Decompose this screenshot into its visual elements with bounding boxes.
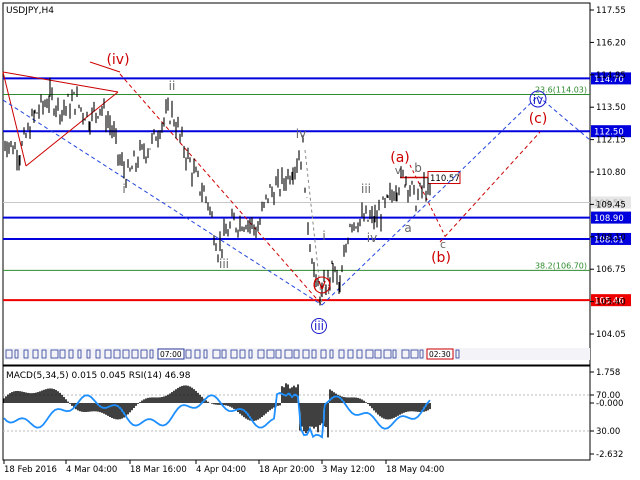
chart-window[interactable]: 114.70 112.50 108.90 108.01 105.46 109.53 110.… <box>0 0 640 480</box>
wave-label-6: iii <box>314 319 324 333</box>
wave-label-2: i <box>122 182 125 196</box>
blue-channel-up <box>321 95 539 306</box>
time-label: 18 May 04:00 <box>386 465 444 475</box>
indicator-tick-label: -2.632 <box>596 450 623 460</box>
indicator-tick-label: 1.758 <box>596 368 620 378</box>
time-axis: 18 Feb 2016 4 Mar 04:00 18 Mar 16:00 4 Apr … <box>3 460 444 475</box>
wave-label-10: iv <box>367 231 377 245</box>
time-label: 18 Mar 16:00 <box>130 465 187 475</box>
level-label-108.90: 108.90 <box>594 214 624 224</box>
session-label-1: 02:30 <box>429 350 451 359</box>
time-label: 4 Apr 04:00 <box>196 465 246 475</box>
price-tick-label: 117.55 <box>596 6 626 16</box>
wave-label-14: a <box>404 221 411 235</box>
wave-label-16: (b) <box>431 250 451 266</box>
indicator-title: MACD(5,34,5) 0.015 0.045 RSI(14) 46.98 <box>6 371 191 381</box>
price-tick-label: 109.45 <box>596 200 626 210</box>
price-tick-label: 116.20 <box>596 38 626 48</box>
wave-label-12: v <box>395 164 402 177</box>
trend-triangle-top <box>2 71 119 93</box>
price-tick-label: 113.50 <box>596 103 626 113</box>
wave-label-18: iv <box>533 93 543 107</box>
indicator-tick-label: -0.000 <box>596 399 623 409</box>
chart-canvas[interactable]: 114.70112.50108.90108.01105.46109.53110.… <box>0 0 640 480</box>
fib-label-1: 38.2(106.70) <box>535 261 587 270</box>
wave-label-1: ii <box>169 79 176 93</box>
main-chart-frame <box>2 2 591 366</box>
symbol-title: USDJPY,H4 <box>6 6 54 16</box>
session-strip: 07:00 02:30 <box>4 348 590 360</box>
wave-label-0: (iv) <box>106 52 129 68</box>
price-axis: 117.55 116.20 114.85 113.50 112.15 110.80 109.… <box>590 6 626 340</box>
time-label: 4 Mar 04:00 <box>66 465 117 475</box>
price-tick-label: 104.05 <box>596 330 626 340</box>
wave-label-8: ii <box>324 283 331 297</box>
time-label: 3 May 12:00 <box>322 465 375 475</box>
trend-lines <box>2 61 591 306</box>
price-tick-label: 112.15 <box>596 136 626 146</box>
wave-label-17: (c) <box>529 111 548 127</box>
price-tick-label: 110.80 <box>596 168 626 178</box>
indicator-series: 1.75870.00-0.00030.00-2.632 <box>3 368 623 460</box>
red-channel-up <box>439 131 541 243</box>
price-tick-label: 106.75 <box>596 265 626 275</box>
time-label: 18 Feb 2016 <box>4 465 57 475</box>
time-label: 18 Apr 20:00 <box>259 465 314 475</box>
horizontal-levels: 114.70112.50108.90108.01105.46109.53110.… <box>3 72 631 307</box>
indicator-tick-label: 30.00 <box>596 427 620 437</box>
wave-label-7: i <box>322 229 325 243</box>
wave-label-4: iv <box>296 127 306 141</box>
wave-label-3: iii <box>219 257 229 271</box>
price-tick-label: 108.10 <box>596 233 626 243</box>
session-label-0: 07:00 <box>160 350 182 359</box>
price-tick-label: 114.85 <box>596 71 626 81</box>
price-tick-label: 105.40 <box>596 298 626 308</box>
wave-label-13: b <box>414 161 422 175</box>
wave-label-9: iii <box>361 182 371 196</box>
